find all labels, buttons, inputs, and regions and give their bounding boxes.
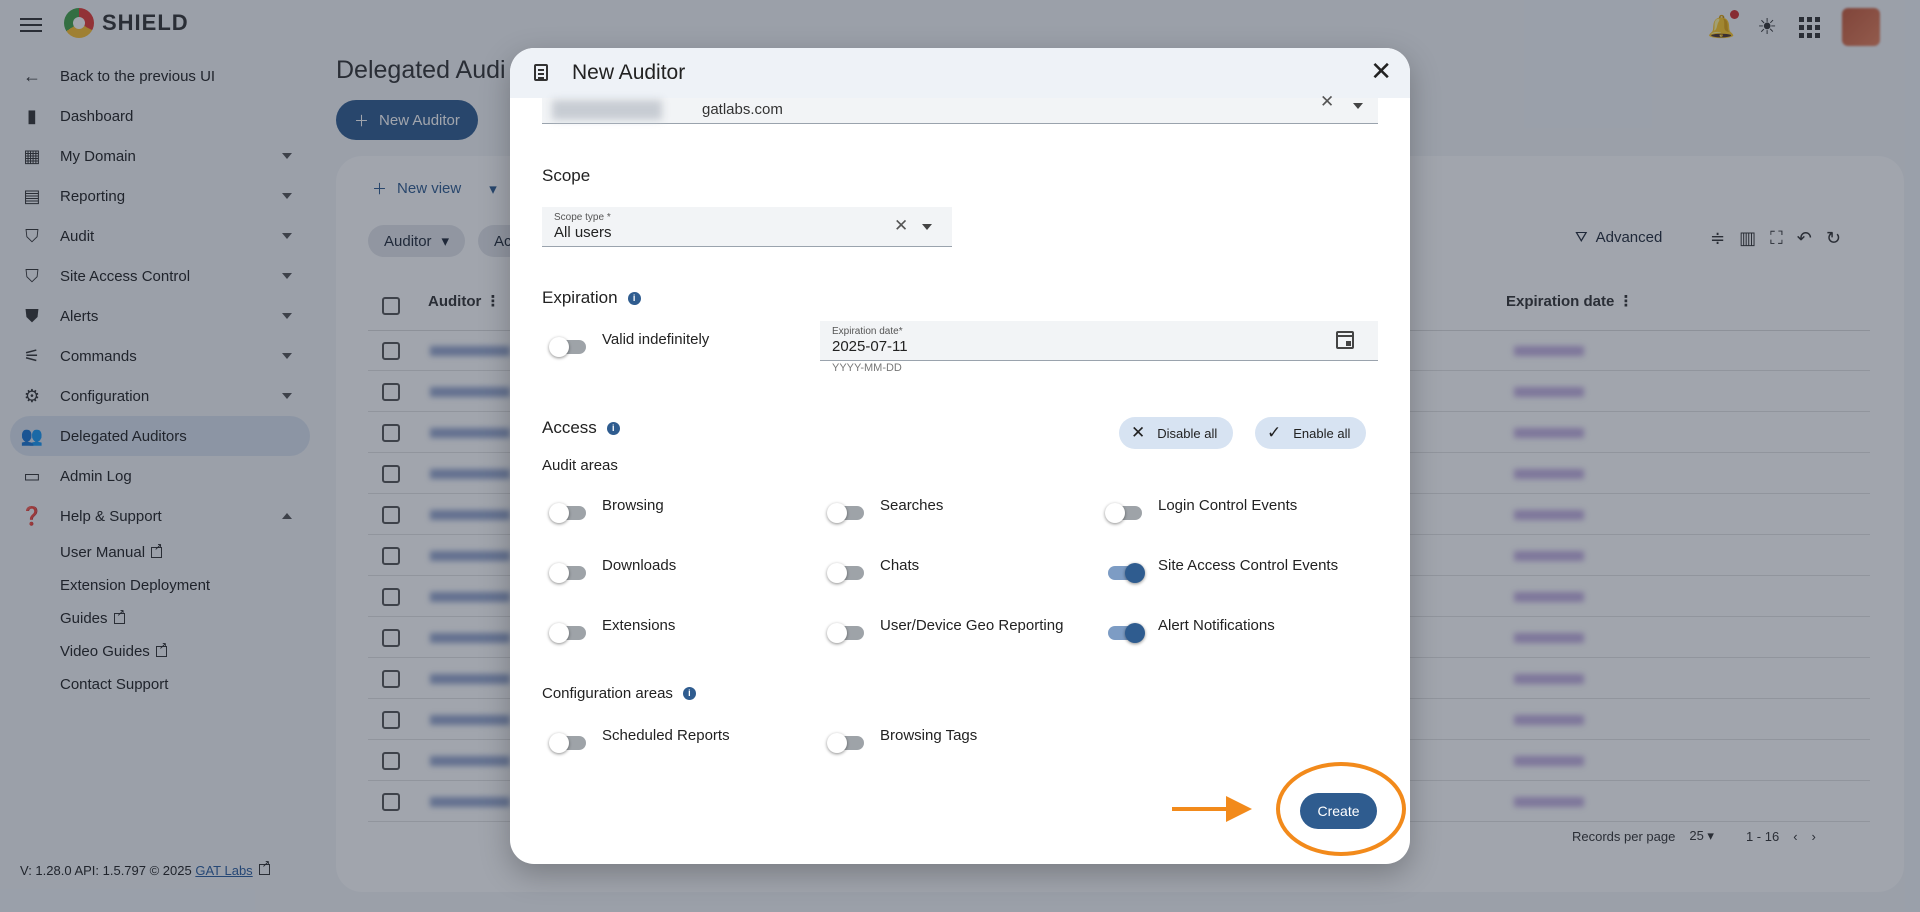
- downloads-toggle[interactable]: [549, 563, 586, 583]
- toggle-knob: [1125, 563, 1145, 583]
- toggle-knob: [549, 623, 569, 643]
- user-device-geo-reporting-label: User/Device Geo Reporting: [880, 617, 1064, 634]
- toggle-knob: [827, 563, 847, 583]
- expiration-date-input[interactable]: Expiration date* 2025-07-11: [820, 321, 1378, 361]
- callout-arrow-head: [1226, 796, 1252, 822]
- check-icon: ✓: [1267, 423, 1282, 442]
- expiration-date-value: 2025-07-11: [832, 338, 908, 355]
- scope-type-value: All users: [554, 224, 612, 241]
- chevron-down-icon[interactable]: [1353, 103, 1363, 109]
- toggle-knob: [549, 563, 569, 583]
- alert-notifications-toggle[interactable]: [1108, 623, 1145, 643]
- toggle-knob: [827, 733, 847, 753]
- disable-all-label: Disable all: [1157, 425, 1218, 441]
- valid-indefinitely-toggle[interactable]: [549, 337, 586, 357]
- callout-arrow: [1172, 807, 1228, 811]
- auditor-select[interactable]: gatlabs.com: [542, 98, 1378, 124]
- enable-all-button[interactable]: ✓ Enable all: [1255, 417, 1367, 449]
- site-access-control-events-toggle[interactable]: [1108, 563, 1145, 583]
- auditor-value: gatlabs.com: [702, 101, 783, 118]
- document-icon: [534, 64, 548, 81]
- scheduled-reports-label: Scheduled Reports: [602, 727, 730, 744]
- downloads-label: Downloads: [602, 557, 677, 574]
- access-title: Access i: [542, 418, 620, 438]
- browsing-tags-toggle[interactable]: [827, 733, 864, 753]
- site-access-control-events-label: Site Access Control Events: [1158, 557, 1339, 574]
- date-format-hint: YYYY-MM-DD: [832, 362, 902, 374]
- toggle-knob: [827, 623, 847, 643]
- info-icon[interactable]: i: [606, 422, 620, 435]
- clear-icon[interactable]: ✕: [1320, 92, 1334, 112]
- searches-toggle[interactable]: [827, 503, 864, 523]
- toggle-knob: [1125, 623, 1145, 643]
- extensions-label: Extensions: [602, 617, 676, 634]
- audit-areas-title: Audit areas: [542, 457, 618, 474]
- chats-toggle[interactable]: [827, 563, 864, 583]
- toggle-knob: [1105, 503, 1125, 523]
- expiration-title: Expiration i: [542, 288, 641, 308]
- extensions-toggle[interactable]: [549, 623, 586, 643]
- scope-type-select[interactable]: Scope type * All users: [542, 207, 952, 247]
- toggle-knob: [827, 503, 847, 523]
- create-highlight-ring: [1276, 762, 1406, 856]
- expiration-date-label: Expiration date*: [832, 326, 903, 337]
- chats-label: Chats: [880, 557, 920, 574]
- scope-title: Scope: [542, 166, 591, 185]
- close-icon: ✕: [1131, 423, 1146, 442]
- info-icon[interactable]: i: [682, 687, 696, 700]
- browsing-label: Browsing: [602, 497, 664, 514]
- dialog-header: New Auditor ✕: [510, 48, 1410, 98]
- calendar-icon[interactable]: [1336, 331, 1354, 349]
- configuration-areas-title: Configuration areas i: [542, 685, 696, 702]
- scheduled-reports-toggle[interactable]: [549, 733, 586, 753]
- searches-label: Searches: [880, 497, 944, 514]
- info-icon[interactable]: i: [627, 292, 641, 305]
- new-auditor-dialog: New Auditor ✕ gatlabs.com ✕ Scope Scope …: [510, 48, 1410, 864]
- browsing-toggle[interactable]: [549, 503, 586, 523]
- scope-type-label: Scope type *: [554, 212, 611, 223]
- browsing-tags-label: Browsing Tags: [880, 727, 978, 744]
- toggle-knob: [549, 503, 569, 523]
- toggle-knob: [549, 733, 569, 753]
- login-control-events-toggle[interactable]: [1105, 503, 1142, 523]
- redacted-user: [552, 100, 662, 120]
- dialog-title: New Auditor: [572, 61, 686, 84]
- login-control-events-label: Login Control Events: [1158, 497, 1298, 514]
- disable-all-button[interactable]: ✕ Disable all: [1119, 417, 1234, 449]
- alert-notifications-label: Alert Notifications: [1158, 617, 1275, 634]
- clear-icon[interactable]: ✕: [894, 216, 908, 236]
- valid-indefinitely-label: Valid indefinitely: [602, 331, 710, 348]
- close-icon[interactable]: ✕: [1370, 58, 1392, 84]
- enable-all-label: Enable all: [1293, 425, 1351, 441]
- chevron-down-icon[interactable]: [922, 224, 932, 230]
- user-device-geo-reporting-toggle[interactable]: [827, 623, 864, 643]
